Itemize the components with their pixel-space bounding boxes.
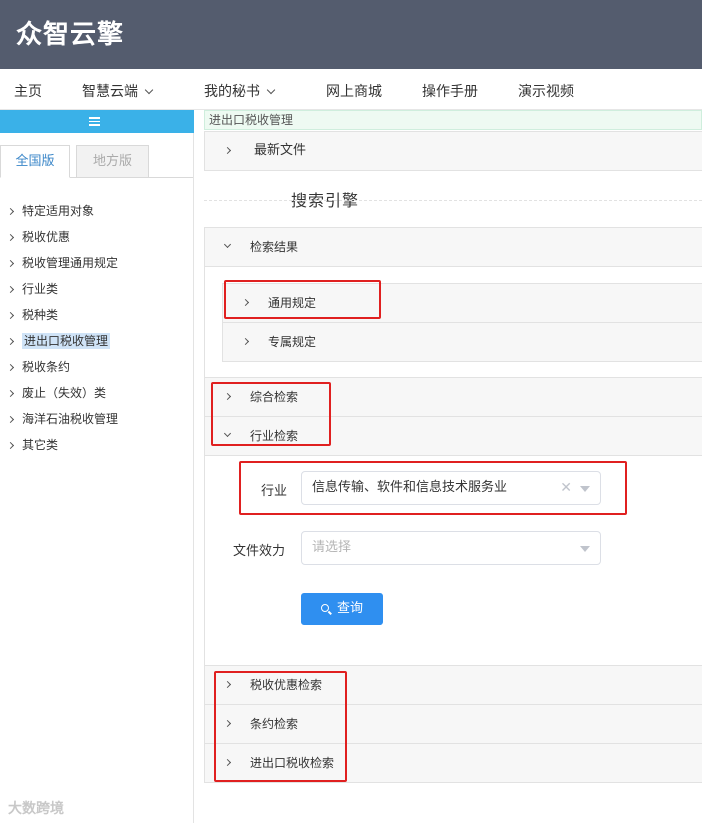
industry-label: 行业 <box>261 484 288 499</box>
app-logo[interactable]: 众智云擎 <box>16 14 124 51</box>
chevron-right-icon <box>6 363 15 372</box>
tree-item[interactable]: 其它类 <box>0 432 194 458</box>
chevron-right-icon <box>6 259 15 268</box>
watermark: 大数跨境 <box>8 801 64 817</box>
nav-home[interactable]: 主页 <box>14 81 42 101</box>
chevron-down-icon <box>223 429 232 438</box>
hamburger-icon <box>89 117 100 128</box>
chevron-right-icon <box>223 146 232 155</box>
effect-label: 文件效力 <box>233 544 286 559</box>
category-tree: 特定适用对象 税收优惠 税收管理通用规定 行业类 税种类 进出口税收管理 税收条… <box>0 198 194 458</box>
nav-manual[interactable]: 操作手册 <box>422 81 478 101</box>
effect-placeholder: 请选择 <box>312 540 352 555</box>
results-header-row[interactable]: 检索结果 <box>205 228 702 267</box>
tree-item-selected[interactable]: 进出口税收管理 <box>0 328 194 354</box>
treaty-search-row[interactable]: 条约检索 <box>205 705 702 744</box>
top-header: 众智云擎 <box>0 0 702 69</box>
chevron-right-icon <box>241 298 250 307</box>
clear-icon[interactable]: ✕ <box>560 472 572 504</box>
chevron-right-icon <box>223 719 232 728</box>
tax-incentive-search-row[interactable]: 税收优惠检索 <box>205 666 702 705</box>
query-button[interactable]: 查询 <box>301 593 383 625</box>
tree-item[interactable]: 废止（失效）类 <box>0 380 194 406</box>
sidebar: 全国版 地方版 特定适用对象 税收优惠 税收管理通用规定 行业类 税种类 进出口… <box>0 110 194 823</box>
tree-item[interactable]: 行业类 <box>0 276 194 302</box>
chevron-right-icon <box>223 758 232 767</box>
chevron-right-icon <box>223 680 232 689</box>
industry-select[interactable]: 信息传输、软件和信息技术服务业 ✕ <box>301 471 601 505</box>
divider <box>204 200 702 201</box>
nav-online-store[interactable]: 网上商城 <box>326 81 382 101</box>
chevron-right-icon <box>6 285 15 294</box>
chevron-right-icon <box>223 392 232 401</box>
latest-files-panel: 最新文件 <box>204 131 702 171</box>
chevron-right-icon <box>6 311 15 320</box>
industry-search-row[interactable]: 行业检索 <box>205 417 702 456</box>
tree-item[interactable]: 海洋石油税收管理 <box>0 406 194 432</box>
main-nav: 主页 智慧云端 我的秘书 网上商城 操作手册 演示视频 <box>0 69 702 110</box>
sidebar-toggle-button[interactable] <box>0 110 194 133</box>
tab-divider <box>70 177 193 178</box>
search-engine-title: 搜索引擎 <box>291 191 360 210</box>
tree-item[interactable]: 税收条约 <box>0 354 194 380</box>
results-panel: 检索结果 通用规定 专属规定 <box>204 227 702 378</box>
tree-item[interactable]: 特定适用对象 <box>0 198 194 224</box>
caret-down-icon <box>580 486 590 492</box>
result-special-rules[interactable]: 专属规定 <box>223 323 702 362</box>
nav-my-secretary[interactable]: 我的秘书 <box>204 81 276 101</box>
tab-national[interactable]: 全国版 <box>0 145 70 178</box>
chevron-down-icon <box>223 240 232 249</box>
effect-select[interactable]: 请选择 <box>301 531 601 565</box>
import-export-search-row[interactable]: 进出口税收检索 <box>205 744 702 783</box>
nav-demo-video[interactable]: 演示视频 <box>518 81 574 101</box>
tree-item[interactable]: 税收管理通用规定 <box>0 250 194 276</box>
chevron-right-icon <box>6 337 15 346</box>
latest-files-row[interactable]: 最新文件 <box>205 132 702 171</box>
bottom-search-panel: 税收优惠检索 条约检索 进出口税收检索 <box>204 665 702 783</box>
chevron-down-icon <box>266 85 276 95</box>
search-panel: 综合检索 行业检索 <box>204 377 702 667</box>
caret-down-icon <box>580 546 590 552</box>
chevron-right-icon <box>241 337 250 346</box>
nav-smart-cloud[interactable]: 智慧云端 <box>82 81 154 101</box>
industry-value: 信息传输、软件和信息技术服务业 <box>312 480 508 495</box>
results-subpanel: 通用规定 专属规定 <box>222 283 702 362</box>
comprehensive-search-row[interactable]: 综合检索 <box>205 378 702 417</box>
chevron-right-icon <box>6 389 15 398</box>
chevron-down-icon <box>144 85 154 95</box>
chevron-right-icon <box>6 415 15 424</box>
tab-local[interactable]: 地方版 <box>76 145 149 178</box>
search-icon <box>320 604 329 612</box>
chevron-right-icon <box>6 441 15 450</box>
result-general-rules[interactable]: 通用规定 <box>223 284 702 323</box>
breadcrumb: 进出口税收管理 <box>204 110 702 130</box>
tree-item[interactable]: 税种类 <box>0 302 194 328</box>
tree-item[interactable]: 税收优惠 <box>0 224 194 250</box>
chevron-right-icon <box>6 233 15 242</box>
chevron-right-icon <box>6 207 15 216</box>
